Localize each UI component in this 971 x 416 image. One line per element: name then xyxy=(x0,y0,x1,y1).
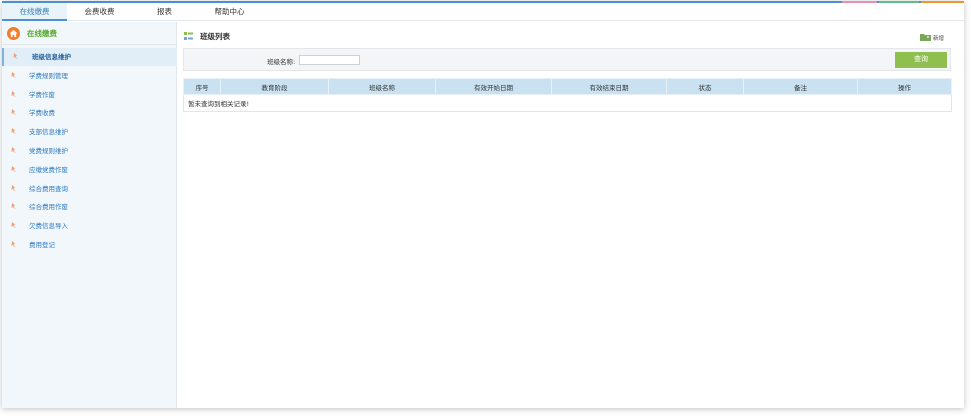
pin-icon xyxy=(11,109,16,116)
list-icon xyxy=(184,32,193,40)
pin-icon xyxy=(11,147,16,154)
column-header-start-date: 有效开始日期 xyxy=(435,78,552,95)
main-content: 班级列表 新增 班级名称: 查询 序号 教育阶段 班级名称 有效开始日期 有效结… xyxy=(178,22,964,408)
pin-icon xyxy=(11,128,16,135)
sidebar-item[interactable]: 应缴党费作废 xyxy=(2,161,177,179)
page-title: 班级列表 xyxy=(200,32,230,41)
pin-icon xyxy=(11,165,16,173)
sidebar-item-label: 综合费用查询 xyxy=(29,184,68,193)
pin-icon xyxy=(13,53,18,60)
sidebar-item-label: 学费规则管理 xyxy=(29,71,68,80)
pin-icon xyxy=(11,203,16,210)
search-bar: 班级名称: 查询 xyxy=(183,48,951,71)
column-header-remarks: 备注 xyxy=(743,78,858,95)
column-header-actions: 操作 xyxy=(857,78,952,95)
pin-icon xyxy=(11,90,16,98)
pin-icon xyxy=(11,222,16,229)
sidebar-item[interactable]: 综合费用查询 xyxy=(2,180,177,198)
tab-online-payment[interactable]: 在线缴费 xyxy=(2,3,67,21)
sidebar-item-label: 费用登记 xyxy=(29,241,55,249)
sidebar-item[interactable]: 费用登记 xyxy=(2,236,177,254)
sidebar-item-label: 学费作废 xyxy=(29,90,55,99)
column-header-index: 序号 xyxy=(183,78,221,95)
table-empty-row: 暂未查询到相关记录! xyxy=(183,94,952,112)
sidebar-item-label: 班级信息维护 xyxy=(32,53,71,61)
sidebar-item[interactable]: 学费收费 xyxy=(2,104,177,122)
column-header-status: 状态 xyxy=(666,78,744,95)
sidebar-item[interactable]: 学费作废 xyxy=(2,86,177,104)
pin-icon xyxy=(11,241,16,248)
sidebar-title: 在线缴费 xyxy=(27,29,57,38)
column-header-education-stage: 教育阶段 xyxy=(220,78,329,95)
sidebar-item[interactable]: 党费规则维护 xyxy=(2,142,177,160)
query-button[interactable]: 查询 xyxy=(895,52,947,68)
pin-icon xyxy=(11,71,16,79)
sidebar-item-label: 支部信息维护 xyxy=(29,128,68,137)
sidebar-header: 在线缴费 xyxy=(2,22,177,45)
sidebar-item[interactable]: 支部信息维护 xyxy=(2,123,177,141)
column-header-end-date: 有效结束日期 xyxy=(551,78,667,95)
class-table: 序号 教育阶段 班级名称 有效开始日期 有效结束日期 状态 备注 操作 暂未查询… xyxy=(183,78,952,112)
empty-message: 暂未查询到相关记录! xyxy=(183,94,952,112)
sidebar-item-label: 欠费信息导入 xyxy=(29,222,68,231)
sidebar-item-label: 应缴党费作废 xyxy=(29,165,68,174)
class-name-input[interactable] xyxy=(299,55,360,65)
pin-icon xyxy=(11,184,16,192)
sidebar-item-label: 党费规则维护 xyxy=(29,147,68,155)
class-name-label: 班级名称: xyxy=(267,58,296,66)
sidebar: 在线缴费 班级信息维护 学费规则管理 学费作废学费收费支部信息维护 党费规则维护 应缴党… xyxy=(2,22,177,408)
sidebar-item[interactable]: 学费规则管理 xyxy=(2,67,177,85)
tab-help-center[interactable]: 帮助中心 xyxy=(197,3,262,21)
sidebar-item-label: 学费收费 xyxy=(29,109,55,118)
tab-membership-fee[interactable]: 会费收费 xyxy=(67,3,132,21)
folder-add-icon xyxy=(920,34,931,41)
sidebar-item[interactable]: 班级信息维护 xyxy=(2,48,177,66)
sidebar-item[interactable]: 欠费信息导入 xyxy=(2,217,177,235)
add-button-label: 新增 xyxy=(933,36,945,42)
home-icon xyxy=(7,27,20,40)
sidebar-item-label: 综合费用作废 xyxy=(29,203,68,212)
app-window: 在线缴费 会费收费 报表 帮助中心 在线缴费 班级信息维护 学费规则管理 学费作废学… xyxy=(2,1,964,408)
column-header-class-name: 班级名称 xyxy=(328,78,436,95)
sidebar-item[interactable]: 综合费用作废 xyxy=(2,198,177,216)
top-navigation: 在线缴费 会费收费 报表 帮助中心 xyxy=(2,3,964,21)
tab-reports[interactable]: 报表 xyxy=(132,3,197,21)
table-header-row: 序号 教育阶段 班级名称 有效开始日期 有效结束日期 状态 备注 操作 xyxy=(183,78,952,95)
